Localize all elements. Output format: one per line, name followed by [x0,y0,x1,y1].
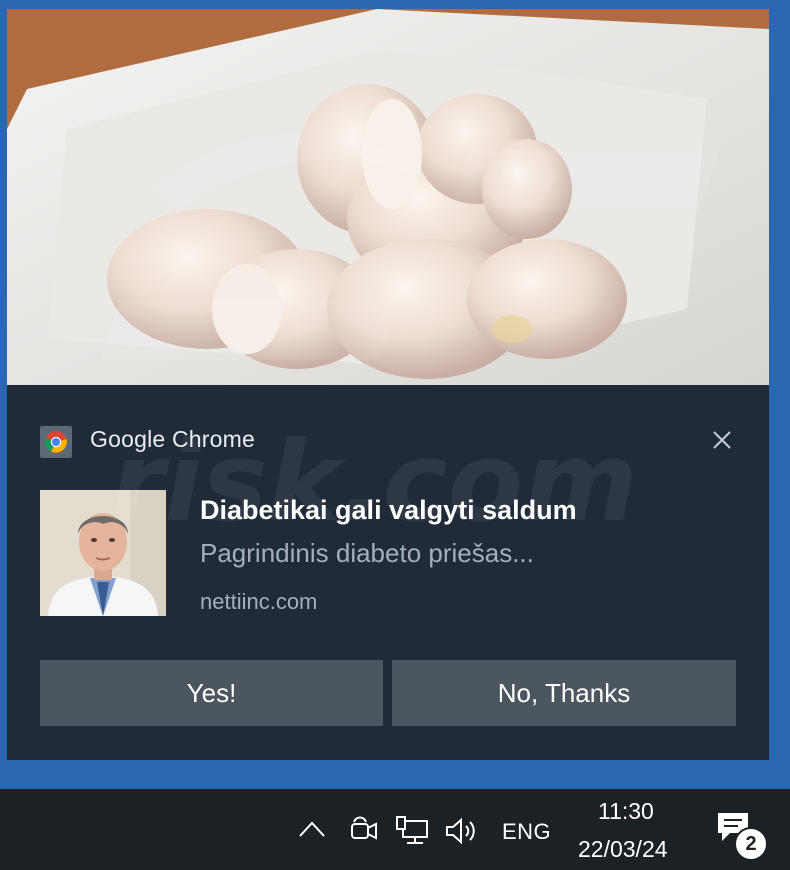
notification-title: Diabetikai gali valgyti saldum [200,495,577,525]
notification-body: Pagrindinis diabeto priešas... [200,538,534,568]
volume-icon[interactable] [445,817,481,850]
meet-now-icon[interactable] [350,814,378,849]
notification-count-badge[interactable]: 2 [734,827,768,861]
app-name: Google Chrome [90,426,255,452]
clock-time[interactable]: 11:30 [598,798,654,825]
close-button[interactable] [704,422,740,458]
notification-source: nettiinc.com [200,589,318,614]
chrome-icon [40,426,72,458]
close-icon [713,431,731,449]
language-indicator[interactable]: ENG [502,819,551,845]
clock-date[interactable]: 22/03/24 [578,836,668,863]
notification-header: Google Chrome [40,422,731,458]
yes-button[interactable]: Yes! [40,660,383,726]
network-icon[interactable] [395,815,431,852]
notification-hero-image[interactable] [7,9,769,385]
chrome-notification-toast[interactable]: Google Chrome Diabetikai gali valgyti sa… [7,9,769,760]
taskbar: ENG 11:30 22/03/24 2 [0,789,790,870]
chevron-up-icon[interactable] [298,819,326,844]
avatar [40,490,166,616]
no-thanks-button[interactable]: No, Thanks [392,660,736,726]
